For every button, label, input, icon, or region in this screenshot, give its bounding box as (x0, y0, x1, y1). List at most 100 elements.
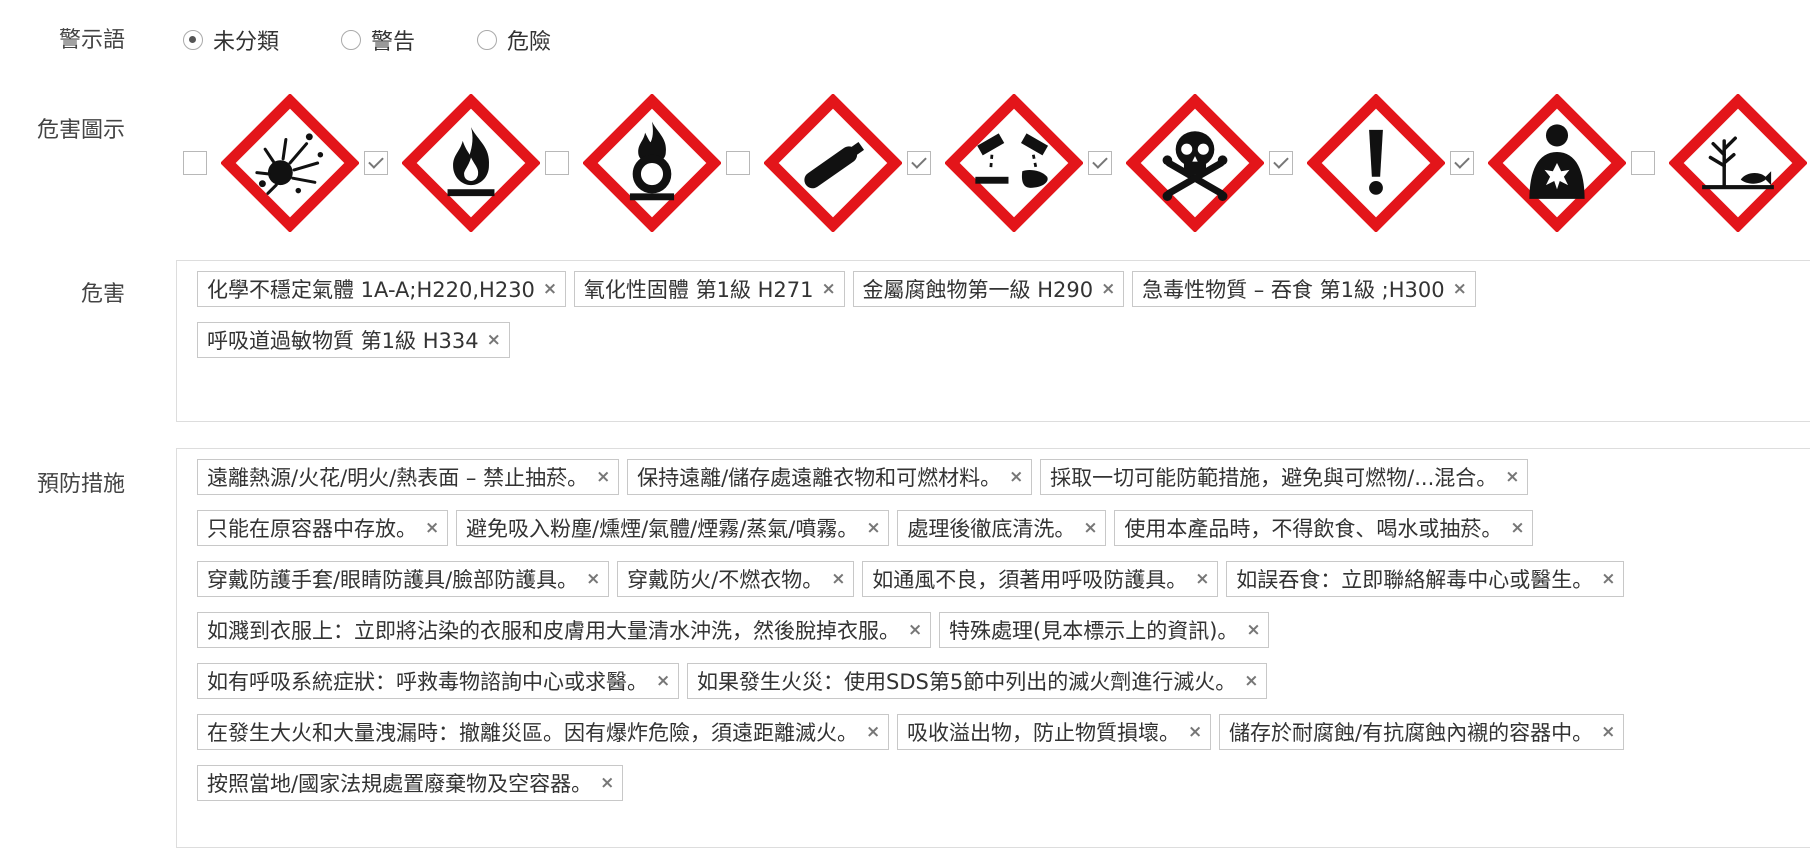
tag-row: 穿戴防護手套/眼睛防護具/臉部防護具。 × 穿戴防火/不燃衣物。 × 如通風不良，須著用… (197, 561, 1810, 597)
tag-row: 如有呼吸系統症狀：呼救毒物諮詢中心或求醫。 × 如果發生火災：使用SDS第5節中列出… (197, 663, 1810, 699)
radio-unclassified[interactable]: 未分類 (183, 24, 279, 56)
tag: 吸收溢出物，防止物質損壞。 × (897, 714, 1211, 750)
remove-tag-icon[interactable]: × (866, 518, 880, 538)
remove-tag-icon[interactable]: × (1188, 722, 1202, 742)
tag-label: 如有呼吸系統症狀：呼救毒物諮詢中心或求醫。 (207, 670, 648, 694)
pictograms-label: 危害圖示 (36, 118, 125, 143)
tag-row: 呼吸道過敏物質 第1級 H334 × (197, 322, 1810, 358)
tag: 使用本產品時，不得飲食、喝水或抽菸。 × (1114, 510, 1534, 546)
radio-circle[interactable] (477, 30, 498, 50)
remove-tag-icon[interactable]: × (822, 279, 836, 299)
pictogram-checkbox[interactable] (1269, 151, 1293, 175)
radio-danger[interactable]: 危險 (477, 24, 551, 56)
tag: 如有呼吸系統症狀：呼救毒物諮詢中心或求醫。 × (197, 663, 679, 699)
pictogram-checkbox[interactable] (183, 151, 207, 175)
remove-tag-icon[interactable]: × (1510, 518, 1524, 538)
pictogram-checkbox[interactable] (907, 151, 931, 175)
radio-circle[interactable] (341, 30, 362, 50)
pictogram-item (545, 94, 726, 232)
tag-row: 如濺到衣服上：立即將沾染的衣服和皮膚用大量清水沖洗，然後脫掉衣服。 × 特殊處理(見… (197, 612, 1810, 648)
remove-tag-icon[interactable]: × (586, 569, 600, 589)
remove-tag-icon[interactable]: × (596, 467, 610, 487)
remove-tag-icon[interactable]: × (1083, 518, 1097, 538)
remove-tag-icon[interactable]: × (425, 518, 439, 538)
tag: 如濺到衣服上：立即將沾染的衣服和皮膚用大量清水沖洗，然後脫掉衣服。 × (197, 612, 931, 648)
pictogram-checkbox[interactable] (1631, 151, 1655, 175)
pictogram-checkbox[interactable] (726, 151, 750, 175)
tag-row: 化學不穩定氣體 1A-A;H220,H230 × 氧化性固體 第1級 H271 × 金屬… (197, 271, 1810, 307)
tag-label: 避免吸入粉塵/燻煙/氣體/煙霧/蒸氣/噴霧。 (466, 517, 859, 541)
tag-row: 只能在原容器中存放。 × 避免吸入粉塵/燻煙/氣體/煙霧/蒸氣/噴霧。 × 處理後徹底清… (197, 510, 1810, 546)
tag-label: 只能在原容器中存放。 (207, 517, 417, 541)
remove-tag-icon[interactable]: × (1195, 569, 1209, 589)
remove-tag-icon[interactable]: × (866, 722, 880, 742)
flame-icon (402, 94, 540, 232)
tag-label: 遠離熱源/火花/明火/熱表面 – 禁止抽菸。 (207, 466, 589, 490)
radio-label: 危險 (507, 30, 552, 55)
radio-label: 警告 (371, 30, 416, 55)
signal-word-radio-group: 未分類 警告 危險 (183, 24, 613, 56)
tag-label: 保持遠離/儲存處遠離衣物和可燃材料。 (637, 466, 1002, 490)
tag: 避免吸入粉塵/燻煙/氣體/煙霧/蒸氣/噴霧。 × (456, 510, 890, 546)
health-hazard-icon (1488, 94, 1626, 232)
hazard-tag-list: 化學不穩定氣體 1A-A;H220,H230 × 氧化性固體 第1級 H271 × 金屬… (197, 261, 1810, 358)
remove-tag-icon[interactable]: × (1009, 467, 1023, 487)
tag: 金屬腐蝕物第一級 H290 × (852, 271, 1125, 307)
remove-tag-icon[interactable]: × (1453, 279, 1467, 299)
pictogram-checkbox[interactable] (364, 151, 388, 175)
tag: 保持遠離/儲存處遠離衣物和可燃材料。 × (627, 459, 1033, 495)
radio-label: 未分類 (213, 30, 280, 55)
tag-label: 使用本產品時，不得飲食、喝水或抽菸。 (1124, 517, 1503, 541)
explosive-bomb-icon (221, 94, 359, 232)
exclamation-mark-icon (1307, 94, 1445, 232)
tag: 化學不穩定氣體 1A-A;H220,H230 × (197, 271, 566, 307)
signal-word-label: 警示語 (58, 28, 125, 53)
tag-label: 呼吸道過敏物質 第1級 H334 (207, 329, 479, 353)
pictogram-item (726, 94, 907, 232)
flame-over-circle-icon (583, 94, 721, 232)
radio-circle[interactable] (183, 30, 203, 50)
remove-tag-icon[interactable]: × (1601, 722, 1615, 742)
remove-tag-icon[interactable]: × (1601, 569, 1615, 589)
tag: 採取一切可能防範措施，避免與可燃物/...混合。 × (1040, 459, 1529, 495)
remove-tag-icon[interactable]: × (1505, 467, 1519, 487)
environment-icon (1669, 94, 1807, 232)
tag: 穿戴防火/不燃衣物。 × (617, 561, 855, 597)
tag: 氧化性固體 第1級 H271 × (573, 271, 845, 307)
tag: 呼吸道過敏物質 第1級 H334 × (197, 322, 510, 358)
tag-label: 如通風不良，須著用呼吸防護具。 (872, 568, 1188, 592)
radio-warning[interactable]: 警告 (341, 24, 415, 56)
tag-row: 在發生大火和大量洩漏時：撤離災區。因有爆炸危險，須遠距離滅火。 × 吸收溢出物，防止… (197, 714, 1810, 750)
precaution-tag-list: 遠離熱源/火花/明火/熱表面 – 禁止抽菸。 × 保持遠離/儲存處遠離衣物和可燃材料… (197, 449, 1810, 801)
precautions-tag-input[interactable]: 遠離熱源/火花/明火/熱表面 – 禁止抽菸。 × 保持遠離/儲存處遠離衣物和可燃材料… (176, 448, 1810, 848)
pictogram-item (907, 94, 1088, 232)
pictogram-checkbox[interactable] (1450, 151, 1474, 175)
tag-label: 處理後徹底清洗。 (907, 517, 1076, 541)
hazards-tag-input[interactable]: 化學不穩定氣體 1A-A;H220,H230 × 氧化性固體 第1級 H271 × 金屬… (176, 260, 1810, 422)
tag: 儲存於耐腐蝕/有抗腐蝕內襯的容器中。 × (1219, 714, 1625, 750)
pictogram-item (1631, 94, 1810, 232)
tag: 遠離熱源/火花/明火/熱表面 – 禁止抽菸。 × (197, 459, 620, 495)
remove-tag-icon[interactable]: × (487, 330, 501, 350)
remove-tag-icon[interactable]: × (1246, 620, 1260, 640)
remove-tag-icon[interactable]: × (831, 569, 845, 589)
pictogram-item (364, 94, 545, 232)
pictogram-item (1269, 94, 1450, 232)
pictogram-checkbox[interactable] (1088, 151, 1112, 175)
pictogram-checkbox[interactable] (545, 151, 569, 175)
remove-tag-icon[interactable]: × (1101, 279, 1115, 299)
remove-tag-icon[interactable]: × (656, 671, 670, 691)
skull-crossbones-icon (1126, 94, 1264, 232)
tag: 穿戴防護手套/眼睛防護具/臉部防護具。 × (197, 561, 610, 597)
remove-tag-icon[interactable]: × (908, 620, 922, 640)
tag-label: 按照當地/國家法規處置廢棄物及空容器。 (207, 772, 593, 796)
corrosion-icon (945, 94, 1083, 232)
tag: 急毒性物質 – 吞食 第1級 ;H300 × (1132, 271, 1476, 307)
tag-label: 吸收溢出物，防止物質損壞。 (907, 721, 1180, 745)
gas-cylinder-icon (764, 94, 902, 232)
remove-tag-icon[interactable]: × (1244, 671, 1258, 691)
tag-label: 如果發生火災：使用SDS第5節中列出的滅火劑進行滅火。 (697, 670, 1237, 694)
remove-tag-icon[interactable]: × (543, 279, 557, 299)
remove-tag-icon[interactable]: × (600, 773, 614, 793)
pictogram-item (1088, 94, 1269, 232)
